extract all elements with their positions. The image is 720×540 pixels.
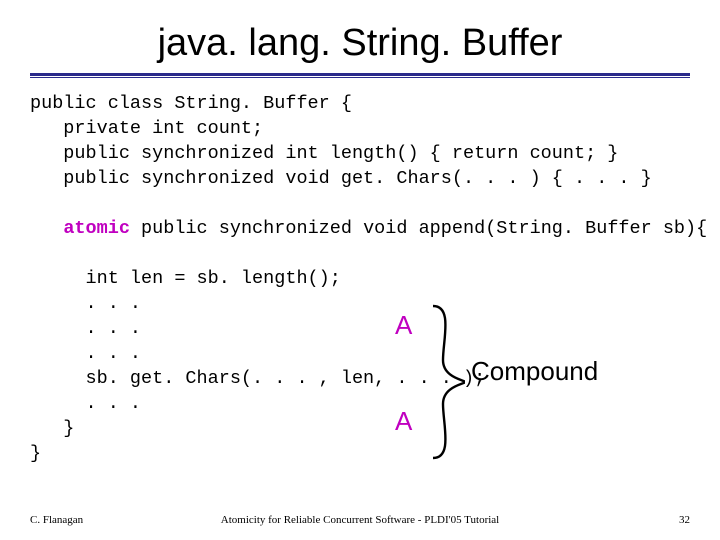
- label-a-1: A: [395, 310, 412, 341]
- label-compound: Compound: [471, 356, 598, 387]
- code-line-2: private int count;: [30, 118, 263, 139]
- code-line-9: . . .: [30, 343, 141, 364]
- atomic-keyword: atomic: [63, 218, 130, 239]
- footer-page: 32: [679, 514, 690, 526]
- footer-title: Atomicity for Reliable Concurrent Softwa…: [30, 514, 690, 526]
- code-line-11: . . .: [30, 393, 141, 414]
- slide-title: java. lang. String. Buffer: [30, 22, 690, 65]
- annotation-area: A A Compound: [395, 298, 695, 478]
- slide: java. lang. String. Buffer public class …: [0, 0, 720, 540]
- code-line-5a: [30, 218, 63, 239]
- code-line-12: }: [30, 418, 74, 439]
- curly-brace-icon: [429, 304, 465, 460]
- code-line-13: }: [30, 443, 41, 464]
- code-line-7: . . .: [30, 293, 141, 314]
- code-line-8: . . .: [30, 318, 141, 339]
- code-line-1: public class String. Buffer {: [30, 93, 352, 114]
- title-underline: [30, 73, 690, 78]
- code-line-6: int len = sb. length();: [30, 268, 341, 289]
- code-line-3: public synchronized int length() { retur…: [30, 143, 618, 164]
- footer-author: C. Flanagan: [30, 514, 83, 526]
- code-line-4: public synchronized void get. Chars(. . …: [30, 168, 652, 189]
- label-a-2: A: [395, 406, 412, 437]
- code-line-5c: public synchronized void append(String. …: [130, 218, 707, 239]
- footer: C. Flanagan Atomicity for Reliable Concu…: [30, 514, 690, 526]
